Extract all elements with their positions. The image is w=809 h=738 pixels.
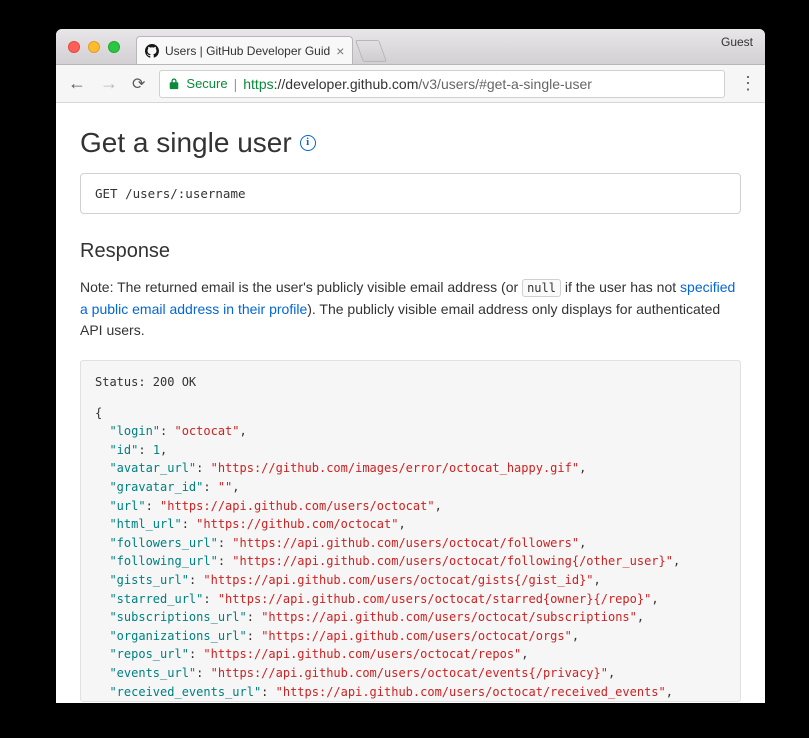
lock-icon: [168, 78, 180, 90]
note-paragraph: Note: The returned email is the user's p…: [80, 277, 741, 342]
maximize-window-button[interactable]: [108, 41, 120, 53]
page-title: Get a single user i: [80, 127, 741, 159]
browser-window: Users | GitHub Developer Guid × Guest ← …: [56, 29, 765, 703]
response-box: Status: 200 OK { "login": "octocat", "id…: [80, 360, 741, 702]
tab-close-icon[interactable]: ×: [336, 44, 344, 58]
close-window-button[interactable]: [68, 41, 80, 53]
titlebar: Users | GitHub Developer Guid × Guest: [56, 29, 765, 65]
github-favicon: [145, 44, 159, 58]
info-icon[interactable]: i: [300, 135, 316, 151]
url-text: https://developer.github.com/v3/users/#g…: [243, 76, 592, 92]
endpoint-box: GET /users/:username: [80, 173, 741, 214]
new-tab-button[interactable]: [355, 40, 387, 62]
minimize-window-button[interactable]: [88, 41, 100, 53]
reload-button[interactable]: ⟳: [132, 74, 145, 94]
browser-menu-button[interactable]: ⋮: [739, 73, 753, 94]
secure-badge: Secure: [186, 76, 227, 91]
page-content: Get a single user i GET /users/:username…: [56, 103, 765, 703]
response-heading: Response: [80, 240, 741, 263]
null-code: null: [522, 279, 561, 297]
json-body: { "login": "octocat", "id": 1, "avatar_u…: [95, 404, 726, 702]
forward-button[interactable]: →: [100, 73, 118, 94]
status-line: Status: 200 OK: [95, 373, 726, 392]
browser-tab[interactable]: Users | GitHub Developer Guid ×: [136, 36, 353, 64]
guest-label: Guest: [721, 35, 753, 49]
window-controls: [56, 41, 120, 53]
back-button[interactable]: ←: [68, 73, 86, 94]
toolbar: ← → ⟳ Secure | https://developer.github.…: [56, 65, 765, 103]
address-bar[interactable]: Secure | https://developer.github.com/v3…: [159, 70, 725, 98]
tab-title: Users | GitHub Developer Guid: [165, 44, 330, 58]
